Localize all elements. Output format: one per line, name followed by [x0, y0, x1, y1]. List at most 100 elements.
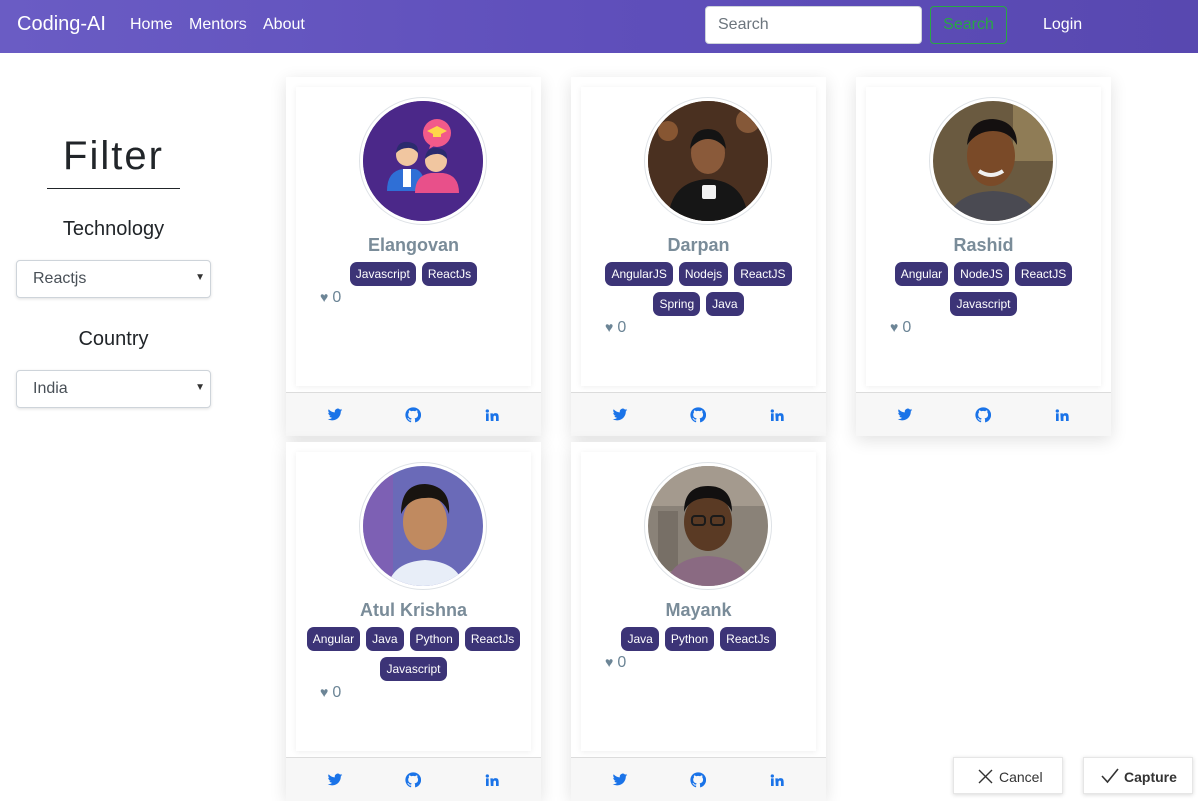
technology-label: Technology	[62, 218, 165, 240]
card-footer	[571, 757, 826, 801]
avatar	[644, 97, 772, 225]
technology-select-value: Reactjs	[33, 270, 87, 287]
tech-tag[interactable]: Javascript	[349, 262, 416, 286]
avatar	[359, 462, 487, 590]
linkedin-icon[interactable]	[484, 772, 500, 788]
cancel-button[interactable]: Cancel	[953, 757, 1063, 794]
capture-button[interactable]: Capture	[1083, 757, 1193, 794]
nav-link-mentors[interactable]: Mentors	[189, 16, 247, 34]
filter-title: Filter	[63, 134, 164, 178]
tech-tag[interactable]: ReactJS	[734, 262, 792, 286]
tech-tag[interactable]: ReactJs	[421, 262, 478, 286]
avatar	[644, 462, 772, 590]
tag-list: Javascript ReactJs	[302, 259, 525, 289]
login-link[interactable]: Login	[1043, 16, 1082, 34]
nav-link-about[interactable]: About	[263, 16, 305, 34]
tech-tag[interactable]: Javascript	[380, 657, 447, 681]
linkedin-icon[interactable]	[484, 407, 500, 423]
like-counter[interactable]: ♥ 0	[320, 684, 341, 702]
tech-tag[interactable]: Java	[366, 627, 404, 651]
mentor-card-body: Mayank Java Python ReactJs ♥ 0	[581, 452, 816, 751]
twitter-icon[interactable]	[612, 772, 628, 788]
card-footer	[856, 392, 1111, 436]
search-button[interactable]: Search	[930, 6, 1007, 44]
checkmark-icon	[1101, 768, 1119, 784]
nav-link-home[interactable]: Home	[130, 16, 173, 34]
mentor-card[interactable]: Rashid Angular NodeJS ReactJS Javascript ♥ 0	[856, 77, 1111, 436]
mentor-photo	[933, 101, 1053, 221]
mentor-name[interactable]: Darpan	[581, 235, 816, 256]
like-counter[interactable]: ♥ 0	[605, 654, 626, 672]
like-count: 0	[617, 654, 627, 671]
mentor-name[interactable]: Atul Krishna	[296, 600, 531, 621]
tech-tag[interactable]: Python	[664, 627, 715, 651]
like-counter[interactable]: ♥ 0	[605, 319, 626, 337]
tech-tag[interactable]: Spring	[653, 292, 701, 316]
avatar	[929, 97, 1057, 225]
tech-tag[interactable]: ReactJs	[464, 627, 521, 651]
tech-tag[interactable]: Java	[621, 627, 659, 651]
tech-tag[interactable]: Python	[409, 627, 459, 651]
cancel-label: Cancel	[999, 769, 1043, 785]
like-count: 0	[617, 319, 627, 336]
mentor-card[interactable]: Atul Krishna Angular Java Python ReactJs Jav…	[286, 442, 541, 801]
chevron-down-icon: ▼	[195, 272, 205, 283]
mentor-card[interactable]: Mayank Java Python ReactJs ♥ 0	[571, 442, 826, 801]
twitter-icon[interactable]	[327, 772, 343, 788]
search-input[interactable]	[705, 6, 922, 44]
technology-select[interactable]: Reactjs ▼	[16, 260, 211, 298]
country-select-value: India	[33, 380, 68, 397]
github-icon[interactable]	[690, 772, 706, 788]
tech-tag[interactable]: NodeJS	[954, 262, 1009, 286]
tech-tag[interactable]: Java	[706, 292, 744, 316]
twitter-icon[interactable]	[612, 407, 628, 423]
mentor-name[interactable]: Rashid	[866, 235, 1101, 256]
heart-icon[interactable]: ♥	[890, 319, 898, 335]
github-icon[interactable]	[405, 772, 421, 788]
tech-tag[interactable]: AngularJS	[605, 262, 673, 286]
mentor-name[interactable]: Mayank	[581, 600, 816, 621]
mentor-photo	[648, 101, 768, 221]
heart-icon[interactable]: ♥	[320, 684, 328, 700]
like-count: 0	[332, 684, 342, 701]
country-select[interactable]: India ▼	[16, 370, 211, 408]
heart-icon[interactable]: ♥	[320, 289, 328, 305]
like-count: 0	[332, 289, 342, 306]
tech-tag[interactable]: ReactJs	[720, 627, 776, 651]
tech-tag[interactable]: Javascript	[950, 292, 1017, 316]
heart-icon[interactable]: ♥	[605, 319, 613, 335]
card-footer	[571, 392, 826, 436]
linkedin-icon[interactable]	[1054, 407, 1070, 423]
country-label: Country	[78, 328, 149, 350]
card-footer	[286, 757, 541, 801]
twitter-icon[interactable]	[327, 407, 343, 423]
mentor-illustration-icon	[363, 101, 483, 221]
mentor-card[interactable]: Elangovan Javascript ReactJs ♥ 0	[286, 77, 541, 436]
navbar: Coding-AI Home Mentors About Search Logi…	[0, 0, 1198, 53]
linkedin-icon[interactable]	[769, 407, 785, 423]
tech-tag[interactable]: Nodejs	[678, 262, 729, 286]
like-counter[interactable]: ♥ 0	[890, 319, 911, 337]
mentor-card-body: Rashid Angular NodeJS ReactJS Javascript ♥ 0	[866, 87, 1101, 386]
brand-logo-text[interactable]: Coding-AI	[17, 13, 106, 36]
close-icon	[978, 769, 993, 784]
heart-icon[interactable]: ♥	[605, 654, 613, 670]
like-counter[interactable]: ♥ 0	[320, 289, 341, 307]
tech-tag[interactable]: Angular	[306, 627, 361, 651]
mentor-photo	[648, 466, 768, 586]
twitter-icon[interactable]	[897, 407, 913, 423]
mentor-photo	[363, 466, 483, 586]
chevron-down-icon: ▼	[195, 382, 205, 393]
tag-list: AngularJS Nodejs ReactJS Spring Java	[587, 259, 810, 319]
github-icon[interactable]	[975, 407, 991, 423]
like-count: 0	[902, 319, 912, 336]
github-icon[interactable]	[690, 407, 706, 423]
mentor-name[interactable]: Elangovan	[296, 235, 531, 256]
tag-list: Angular NodeJS ReactJS Javascript	[872, 259, 1095, 319]
mentor-card-body: Elangovan Javascript ReactJs ♥ 0	[296, 87, 531, 386]
tech-tag[interactable]: ReactJS	[1014, 262, 1073, 286]
linkedin-icon[interactable]	[769, 772, 785, 788]
github-icon[interactable]	[405, 407, 421, 423]
mentor-card[interactable]: Darpan AngularJS Nodejs ReactJSSpring Java …	[571, 77, 826, 436]
tech-tag[interactable]: Angular	[894, 262, 949, 286]
